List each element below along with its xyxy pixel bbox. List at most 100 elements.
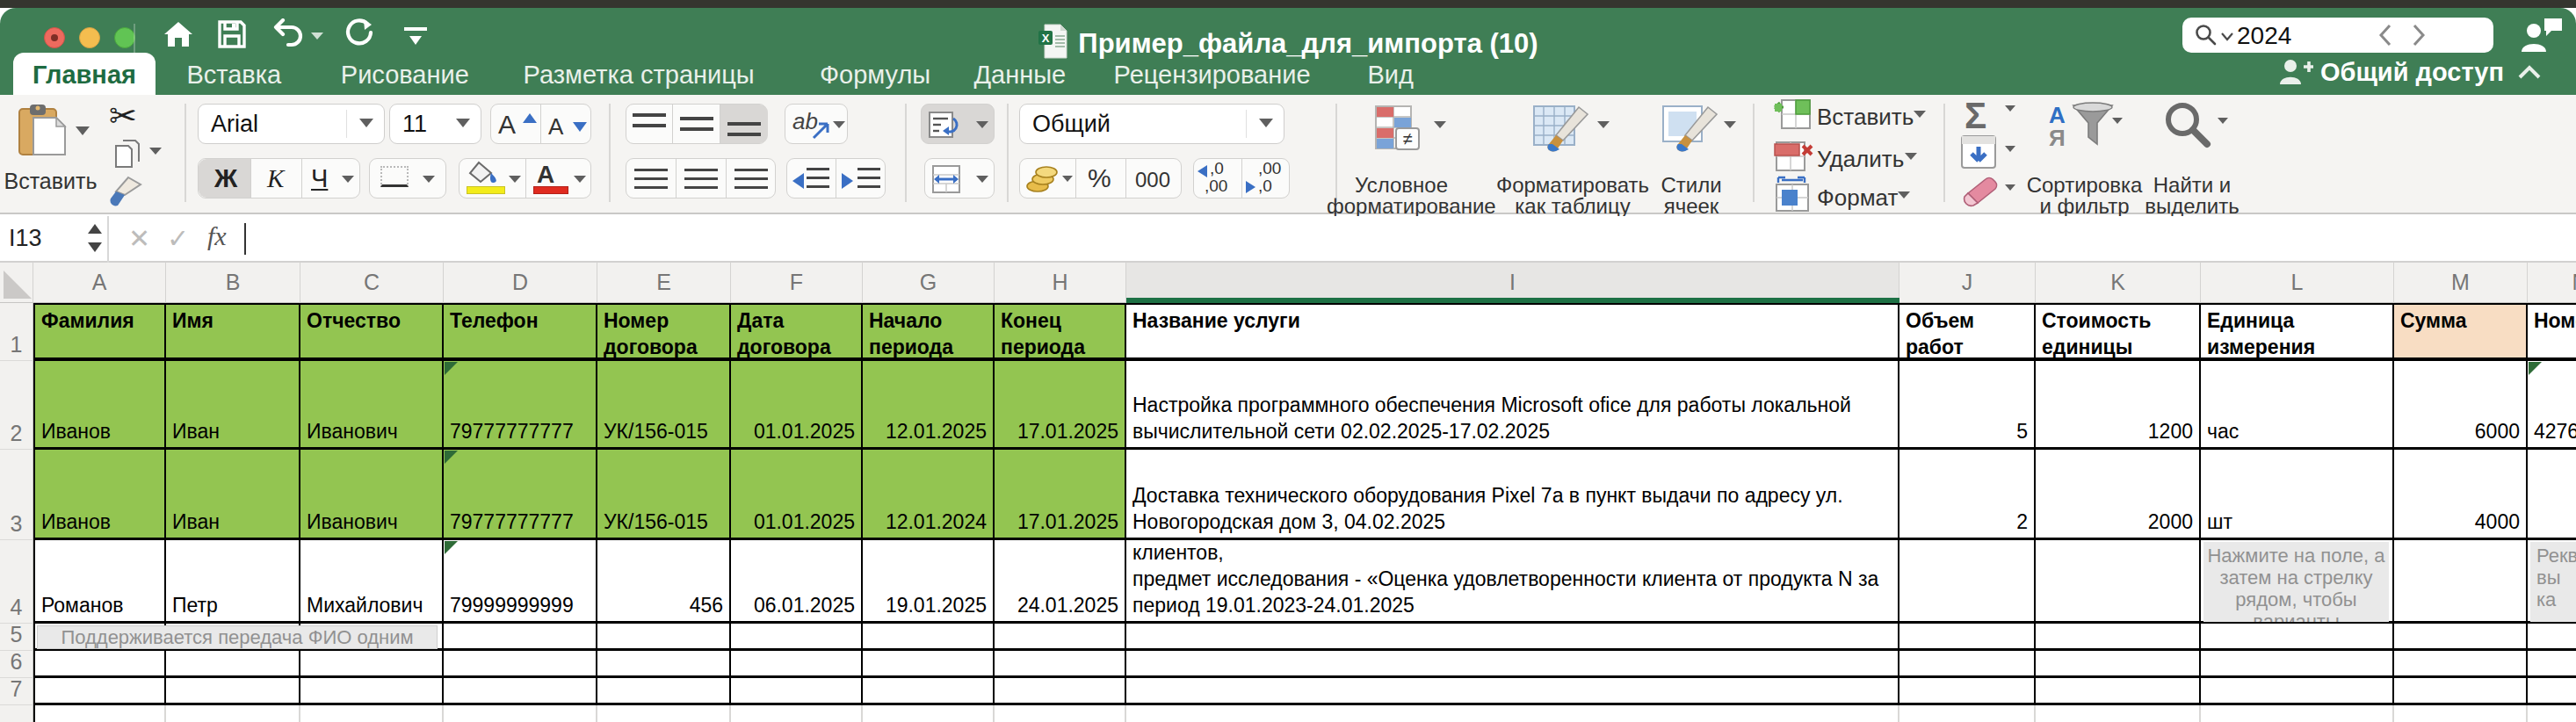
tab-Данные[interactable]: Данные <box>954 53 1085 95</box>
cell-K4[interactable] <box>2036 540 2201 624</box>
search-prev-icon[interactable] <box>2377 23 2393 47</box>
tab-Формулы[interactable]: Формулы <box>800 53 950 95</box>
cell-D2[interactable]: 79777777777 <box>444 361 597 450</box>
cell-A6[interactable] <box>33 651 166 678</box>
cell-M7[interactable] <box>2394 678 2528 705</box>
percent-format-button[interactable]: % <box>1076 159 1126 198</box>
align-left-button[interactable] <box>626 159 677 198</box>
tab-Вид[interactable]: Вид <box>1348 53 1432 95</box>
fill-dropdown[interactable] <box>2005 146 2015 152</box>
cell-K5[interactable] <box>2036 624 2201 651</box>
cell-M8[interactable] <box>2394 705 2528 722</box>
cell-A2[interactable]: Иванов <box>33 361 166 450</box>
name-box[interactable]: I13 <box>9 225 42 252</box>
underline-dropdown-arrow[interactable] <box>342 176 354 183</box>
format-painter-icon[interactable] <box>107 176 142 209</box>
decrease-decimal-button[interactable]: ,00 ,0 <box>1242 159 1291 198</box>
cell-I3[interactable]: Доставка технического оборудования Pixel… <box>1126 450 1899 540</box>
cell-I1[interactable]: Название услуги <box>1126 303 1899 361</box>
cell-E2[interactable]: УК/156-015 <box>597 361 731 450</box>
column-header-G[interactable]: G <box>863 263 995 303</box>
row-header-8[interactable]: 8 <box>0 705 33 722</box>
cell-D8[interactable] <box>444 705 597 722</box>
cell-L2[interactable]: час <box>2201 361 2394 450</box>
cell-I5[interactable] <box>1126 624 1899 651</box>
cell-A3[interactable]: Иванов <box>33 450 166 540</box>
cell-N1[interactable]: Номер <box>2528 303 2576 361</box>
select-all-corner[interactable] <box>0 263 33 303</box>
search-box[interactable]: 2024 ✕ <box>2182 18 2493 53</box>
insert-cells-dropdown[interactable] <box>1914 111 1926 118</box>
cell-M6[interactable] <box>2394 651 2528 678</box>
format-cells-icon[interactable] <box>1773 176 1812 213</box>
cell-D4[interactable]: 79999999999 <box>444 540 597 624</box>
merge-cells-button[interactable] <box>924 158 995 199</box>
cell-N2[interactable]: 42764 <box>2528 361 2576 450</box>
cell-C6[interactable] <box>300 651 444 678</box>
cell-G7[interactable] <box>863 678 995 705</box>
cell-K6[interactable] <box>2036 651 2201 678</box>
delete-cells-dropdown[interactable] <box>1905 153 1917 160</box>
cell-C4[interactable]: Михайлович <box>300 540 444 624</box>
cell-F4[interactable]: 06.01.2025 <box>731 540 863 624</box>
cell-G4[interactable]: 19.01.2025 <box>863 540 995 624</box>
cell-H3[interactable]: 17.01.2025 <box>995 450 1126 540</box>
italic-button[interactable]: К <box>251 159 302 198</box>
format-as-table-dropdown[interactable] <box>1597 121 1610 128</box>
row-header-4[interactable]: 4 <box>0 540 33 624</box>
paste-button-label[interactable]: Вставить <box>0 169 101 194</box>
column-header-K[interactable]: K <box>2036 263 2201 303</box>
cell-E6[interactable] <box>597 651 731 678</box>
cell-E3[interactable]: УК/156-015 <box>597 450 731 540</box>
cell-L7[interactable] <box>2201 678 2394 705</box>
cell-E5[interactable] <box>597 624 731 651</box>
orientation-button[interactable]: ab <box>785 104 848 144</box>
cell-E8[interactable] <box>597 705 731 722</box>
align-top-button[interactable] <box>626 105 673 143</box>
font-name-select[interactable]: Arial <box>198 104 385 144</box>
cell-J3[interactable]: 2 <box>1899 450 2036 540</box>
cell-H2[interactable]: 17.01.2025 <box>995 361 1126 450</box>
cancel-entry-icon[interactable]: ✕ <box>128 223 150 254</box>
sort-filter-dropdown[interactable] <box>2112 118 2123 124</box>
fill-down-icon[interactable] <box>1961 135 1996 169</box>
format-cells-label[interactable]: Формат <box>1817 184 1898 212</box>
tab-Рецензирование[interactable]: Рецензирование <box>1095 53 1330 95</box>
format-cells-dropdown[interactable] <box>1898 191 1910 199</box>
tab-Вставка[interactable]: Вставка <box>167 53 300 95</box>
tab-Рисование[interactable]: Рисование <box>322 53 488 95</box>
cell-F6[interactable] <box>731 651 863 678</box>
copy-dropdown-arrow[interactable] <box>149 148 162 155</box>
cell-M4[interactable] <box>2394 540 2528 624</box>
cell-L6[interactable] <box>2201 651 2394 678</box>
row-header-6[interactable]: 6 <box>0 651 33 678</box>
underline-button[interactable]: Ч <box>302 159 339 198</box>
insert-cells-label[interactable]: Вставить <box>1817 104 1914 131</box>
bold-button[interactable]: Ж <box>199 159 251 198</box>
cell-J6[interactable] <box>1899 651 2036 678</box>
row-header-1[interactable]: 1 <box>0 303 33 361</box>
autosum-icon[interactable]: Σ <box>1965 95 1986 137</box>
tab-Главная[interactable]: Главная <box>13 53 156 95</box>
search-input[interactable]: 2024 <box>2237 22 2291 50</box>
cell-I2[interactable]: Настройка программного обеспечения Micro… <box>1126 361 1899 450</box>
cell-K1[interactable]: Стоимость единицы <box>2036 303 2201 361</box>
column-header-F[interactable]: F <box>731 263 863 303</box>
cell-N7[interactable] <box>2528 678 2576 705</box>
cell-C3[interactable]: Иванович <box>300 450 444 540</box>
increase-decimal-button[interactable]: ,0 ,00 <box>1194 159 1242 198</box>
row-header-3[interactable]: 3 <box>0 450 33 540</box>
formula-input-caret[interactable] <box>244 223 246 255</box>
cell-L8[interactable] <box>2201 705 2394 722</box>
cell-H4[interactable]: 24.01.2025 <box>995 540 1126 624</box>
cell-B2[interactable]: Иван <box>166 361 300 450</box>
cell-G3[interactable]: 12.01.2024 <box>863 450 995 540</box>
cell-D1[interactable]: Телефон <box>444 303 597 361</box>
cell-N8[interactable] <box>2528 705 2576 722</box>
cell-I8[interactable] <box>1126 705 1899 722</box>
name-box-up-icon[interactable] <box>88 224 102 234</box>
row-header-7[interactable]: 7 <box>0 678 33 705</box>
align-center-button[interactable] <box>677 159 727 198</box>
find-select-dropdown[interactable] <box>2218 118 2228 124</box>
insert-function-icon[interactable]: fx <box>207 221 227 251</box>
